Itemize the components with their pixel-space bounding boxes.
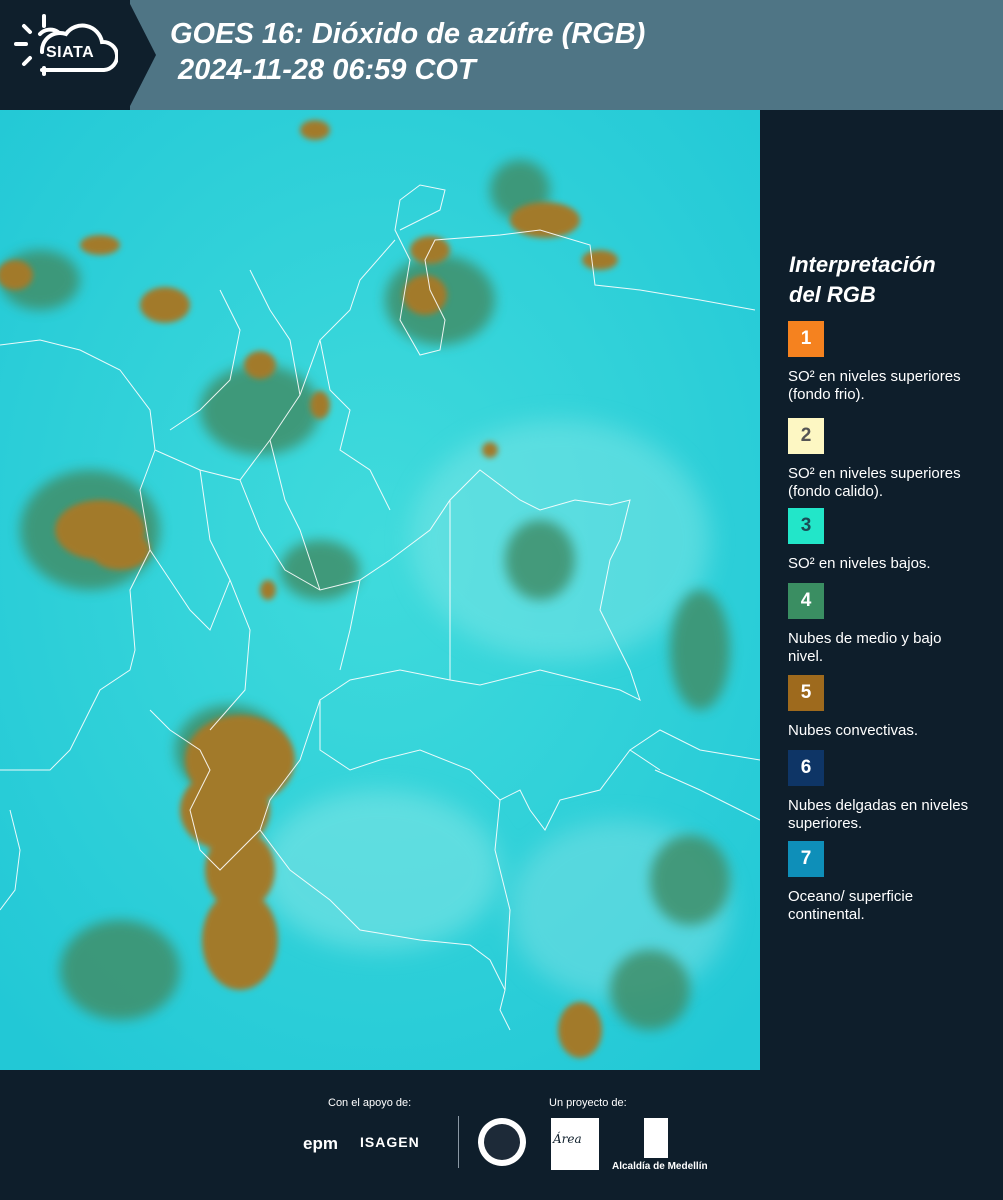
logo-text: SIATA (46, 44, 95, 61)
legend-swatch: 1 (788, 321, 824, 357)
title-line-2: 2024-11-28 06:59 COT (178, 54, 476, 86)
title-line-1: GOES 16: Dióxido de azúfre (RGB) (170, 18, 646, 50)
legend-item-4: 4 Nubes de medio y bajo nivel. (788, 583, 988, 666)
legend-swatch: 6 (788, 750, 824, 786)
legend-item-3: 3 SO² en niveles bajos. (788, 508, 988, 573)
alcaldia-crest-icon (644, 1118, 668, 1158)
header: SIATA GOES 16: Dióxido de azúfre (RGB) 2… (0, 0, 1003, 110)
legend-swatch: 5 (788, 675, 824, 711)
legend-text: Nubes de medio y bajo nivel. (788, 630, 942, 665)
footer-divider (458, 1116, 459, 1168)
legend-text: Oceano/ superficie continental. (788, 888, 914, 923)
legend-text: SO² en niveles bajos. (788, 555, 931, 572)
support-label: Con el apoyo de: (328, 1097, 412, 1109)
medellin-seal-icon (478, 1118, 526, 1166)
isagen-logo: ISAGEN (360, 1134, 420, 1150)
footer: Con el apoyo de: Un proyecto de: epm ISA… (0, 1070, 1003, 1200)
legend-title-line-2: del RGB (789, 282, 876, 307)
legend-text: Nubes convectivas. (788, 722, 919, 739)
legend-text: SO² en niveles superiores (fondo calido)… (788, 465, 961, 500)
legend-item-7: 7 Oceano/ superficie continental. (788, 841, 988, 924)
legend-swatch: 2 (788, 418, 824, 454)
legend-item-1: 1 SO² en niveles superiores (fondo frio). (788, 321, 988, 404)
legend-text: SO² en niveles superiores (fondo frio). (788, 368, 961, 403)
page-title: GOES 16: Dióxido de azúfre (RGB) 2024-11… (170, 16, 645, 88)
legend-item-6: 6 Nubes delgadas en niveles superiores. (788, 750, 988, 833)
logo-arrow (128, 0, 156, 110)
legend-panel: Interpretación del RGB 1 SO² en niveles s… (760, 110, 1003, 1070)
legend-swatch: 3 (788, 508, 824, 544)
legend-title-line-1: Interpretación (789, 252, 936, 277)
siata-logo: SIATA (0, 0, 130, 110)
legend-item-2: 2 SO² en niveles superiores (fondo calido… (788, 418, 988, 501)
legend-swatch: 4 (788, 583, 824, 619)
epm-logo: epm (303, 1134, 338, 1153)
legend-text: Nubes delgadas en niveles superiores. (788, 797, 969, 832)
project-label: Un proyecto de: (549, 1097, 627, 1109)
legend-title: Interpretación del RGB (789, 250, 936, 310)
map-svg (0, 110, 760, 1070)
satellite-map[interactable] (0, 110, 760, 1070)
alcaldia-label: Alcaldía de Medellín (612, 1161, 708, 1172)
legend-item-5: 5 Nubes convectivas. (788, 675, 988, 740)
area-logo-text: Área (553, 1132, 582, 1146)
legend-swatch: 7 (788, 841, 824, 877)
